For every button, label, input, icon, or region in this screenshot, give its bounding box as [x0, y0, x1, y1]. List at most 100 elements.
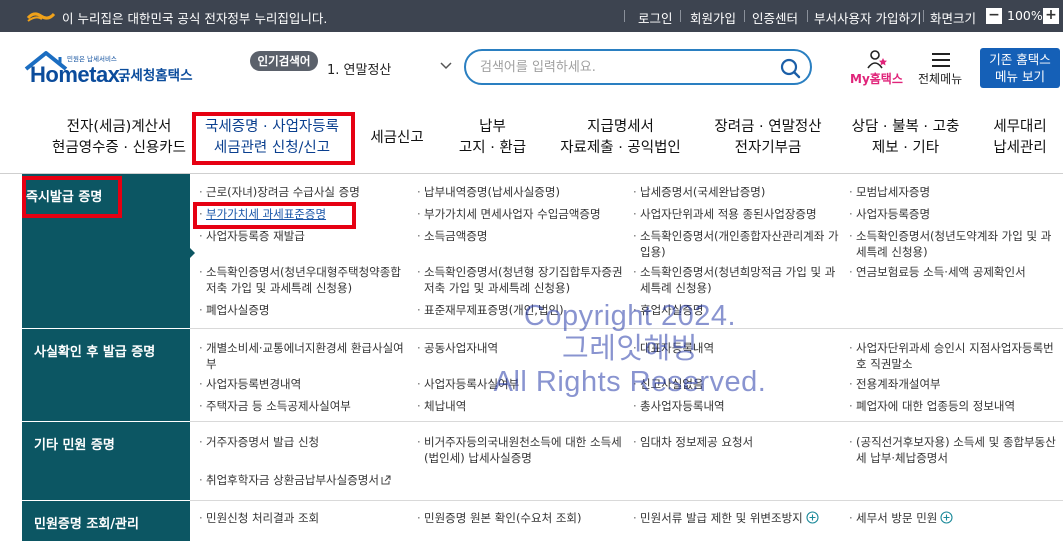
- chevron-down-icon[interactable]: [440, 62, 452, 70]
- legacy-menu-button-line1: 기존 홈택스: [989, 52, 1051, 67]
- logo-subtitle: 국세청홈택스: [118, 68, 193, 84]
- menu-link[interactable]: 연금보험료등 소득·세액 공제확인서: [849, 264, 1056, 280]
- category-other-certificates[interactable]: 기타 민원 증명: [22, 422, 190, 500]
- menu-link[interactable]: (공직선거후보자용) 소득세 및 종합부동산세 납부·체납증명서: [849, 434, 1056, 466]
- gov-notice-bar: 이 누리집은 대한민국 공식 전자정부 누리집입니다. 로그인 회원가입 인증센…: [0, 0, 1063, 32]
- watermark-line: All Rights Reserved.: [493, 366, 767, 398]
- search-box[interactable]: [464, 49, 812, 85]
- menu-link[interactable]: 부가가치세 면세사업자 수입금액증명: [417, 206, 629, 222]
- plus-circle-icon[interactable]: [940, 511, 953, 524]
- menu-link[interactable]: 납세증명서(국세완납증명): [633, 184, 840, 200]
- highlight-box: [193, 202, 356, 229]
- nav-incentive[interactable]: 장려금 · 연말정산 전자기부금: [703, 117, 833, 159]
- menu-link[interactable]: 개별소비세·교통에너지환경세 환급사실여부: [199, 340, 406, 372]
- highlight-box: [192, 112, 355, 165]
- pointer-arrow-icon: [190, 248, 195, 258]
- menu-link[interactable]: 근로(자녀)장려금 수급사실 증명: [199, 184, 406, 200]
- legacy-menu-button[interactable]: 기존 홈택스 메뉴 보기: [980, 48, 1060, 88]
- cert-center-link[interactable]: 인증센터: [752, 8, 798, 27]
- hamburger-menu-icon[interactable]: [931, 52, 951, 68]
- menu-link[interactable]: 거주자증명서 발급 신청: [199, 434, 406, 450]
- menu-link[interactable]: 민원증명 원본 확인(수요처 조회): [417, 510, 624, 526]
- copyright-watermark: Copyright 2024. 그레잇해빙 All Rights Reserve…: [430, 300, 830, 399]
- logo-brand[interactable]: Hometax.: [30, 62, 126, 88]
- menu-link[interactable]: 소득확인증명서(개인종합자산관리계좌 가입용): [633, 228, 840, 260]
- all-menu-link[interactable]: 전체메뉴: [918, 70, 962, 87]
- zoom-out-button[interactable]: −: [986, 8, 1002, 24]
- menu-link[interactable]: 사업자등록증 재발급: [199, 228, 406, 244]
- util-separator: [923, 10, 924, 22]
- menu-link[interactable]: 소득확인증명서(청년도약계좌 가입 및 과세특례 신청용): [849, 228, 1056, 260]
- row-divider: [190, 421, 1063, 422]
- nav-label: 전자기부금: [734, 140, 802, 156]
- nav-e-invoice[interactable]: 전자(세금)계산서 현금영수증 · 신용카드: [44, 117, 194, 159]
- nav-label: 현금영수증 · 신용카드: [52, 140, 186, 156]
- external-link-icon: [381, 475, 391, 485]
- menu-link-label: 세무서 방문 민원: [856, 511, 938, 525]
- menu-link[interactable]: 주택자금 등 소득공제사실여부: [199, 398, 406, 414]
- nav-label: 납세관리: [993, 140, 1047, 156]
- search-input[interactable]: [480, 58, 770, 76]
- plus-circle-icon[interactable]: [806, 511, 819, 524]
- nav-label: 납부: [479, 119, 506, 135]
- nav-consultation[interactable]: 상담 · 불복 · 고충 제보 · 기타: [843, 117, 968, 159]
- search-icon[interactable]: [779, 57, 801, 79]
- zoom-in-button[interactable]: +: [1043, 8, 1059, 24]
- nav-label: 고지 · 환급: [458, 140, 527, 156]
- menu-link[interactable]: 소득확인증명서(청년우대형주택청약종합저축 가입 및 과세특례 신청용): [199, 264, 411, 296]
- menu-link-with-plus[interactable]: 세무서 방문 민원: [849, 510, 1056, 526]
- popular-search-item[interactable]: 1. 연말정산: [327, 59, 391, 78]
- category-label: 기타 민원 증명: [34, 438, 115, 453]
- category-label: 사실확인 후 발급 증명: [34, 345, 156, 360]
- menu-link-with-external[interactable]: 취업후학자금 상환금납부사실증명서: [199, 472, 416, 488]
- menu-link-label: 민원서류 발급 제한 및 위변조방지: [640, 511, 803, 525]
- menu-link[interactable]: 임대차 정보제공 요청서: [633, 434, 840, 450]
- nav-label: 장려금 · 연말정산: [714, 119, 822, 135]
- menu-link[interactable]: 납부내역증명(납세사실증명): [417, 184, 629, 200]
- dept-user-signup-link[interactable]: 부서사용자 가입하기: [814, 8, 921, 27]
- screen-size-label: 화면크기: [930, 11, 977, 26]
- signup-link[interactable]: 회원가입: [690, 8, 736, 27]
- menu-link[interactable]: 소득확인증명서(청년형 장기집합투자증권저축 가입 및 과세특례 신청용): [417, 264, 624, 296]
- util-separator: [680, 10, 681, 22]
- menu-link[interactable]: 폐업자에 대한 업종등의 정보내역: [849, 398, 1056, 414]
- menu-link[interactable]: 사업자단위과세 승인시 지점사업자등록번호 직권말소: [849, 340, 1056, 372]
- login-link[interactable]: 로그인: [638, 8, 673, 27]
- nav-tax-filing[interactable]: 세금신고: [362, 128, 432, 149]
- highlight-box: [22, 176, 122, 218]
- util-separator: [744, 10, 745, 22]
- legacy-menu-button-line2: 메뉴 보기: [995, 69, 1045, 84]
- menu-link[interactable]: 총사업자등록내역: [633, 398, 840, 414]
- watermark-line: Copyright 2024.: [523, 300, 737, 332]
- nav-label: 상담 · 불복 · 고충: [851, 119, 960, 135]
- menu-link[interactable]: 사업자등록증명: [849, 206, 1056, 222]
- nav-payment-statement[interactable]: 지급명세서 자료제출 · 공익법인: [553, 117, 688, 159]
- nav-label: 세무대리: [993, 119, 1047, 135]
- my-hometax-icon[interactable]: [866, 49, 888, 69]
- menu-link[interactable]: 소득확인증명서(청년희망적금 가입 및 과세특례 신청용): [633, 264, 840, 296]
- category-inquiry-management[interactable]: 민원증명 조회/관리: [22, 501, 190, 541]
- menu-link[interactable]: 체납내역: [417, 398, 624, 414]
- nav-tax-agent[interactable]: 세무대리 납세관리: [982, 117, 1058, 159]
- util-separator: [807, 10, 808, 22]
- nav-label: 세금신고: [370, 130, 424, 146]
- row-divider: [190, 500, 1063, 501]
- nav-label: 전자(세금)계산서: [66, 119, 172, 135]
- category-verified-issue[interactable]: 사실확인 후 발급 증명: [22, 329, 190, 421]
- category-label: 민원증명 조회/관리: [34, 517, 139, 532]
- menu-link[interactable]: 사업자단위과세 적용 종된사업장증명: [633, 206, 845, 222]
- util-separator: [624, 10, 625, 22]
- nav-label: 제보 · 기타: [871, 140, 940, 156]
- menu-link[interactable]: 민원신청 처리결과 조회: [199, 510, 406, 526]
- menu-link-with-plus[interactable]: 민원서류 발급 제한 및 위변조방지: [633, 510, 845, 526]
- popular-search-badge: 인기검색어: [250, 51, 318, 71]
- my-hometax-link[interactable]: My홈택스: [850, 70, 903, 87]
- menu-link[interactable]: 폐업사실증명: [199, 302, 406, 318]
- gov-emblem-icon: [26, 12, 56, 22]
- menu-link[interactable]: 전용계좌개설여부: [849, 376, 1056, 392]
- nav-payment[interactable]: 납부 고지 · 환급: [445, 117, 540, 159]
- menu-link[interactable]: 비거주자등의국내원천소득에 대한 소득세(법인세) 납세사실증명: [417, 434, 624, 466]
- menu-link[interactable]: 사업자등록변경내역: [199, 376, 406, 392]
- menu-link[interactable]: 소득금액증명: [417, 228, 629, 244]
- menu-link[interactable]: 모범납세자증명: [849, 184, 1056, 200]
